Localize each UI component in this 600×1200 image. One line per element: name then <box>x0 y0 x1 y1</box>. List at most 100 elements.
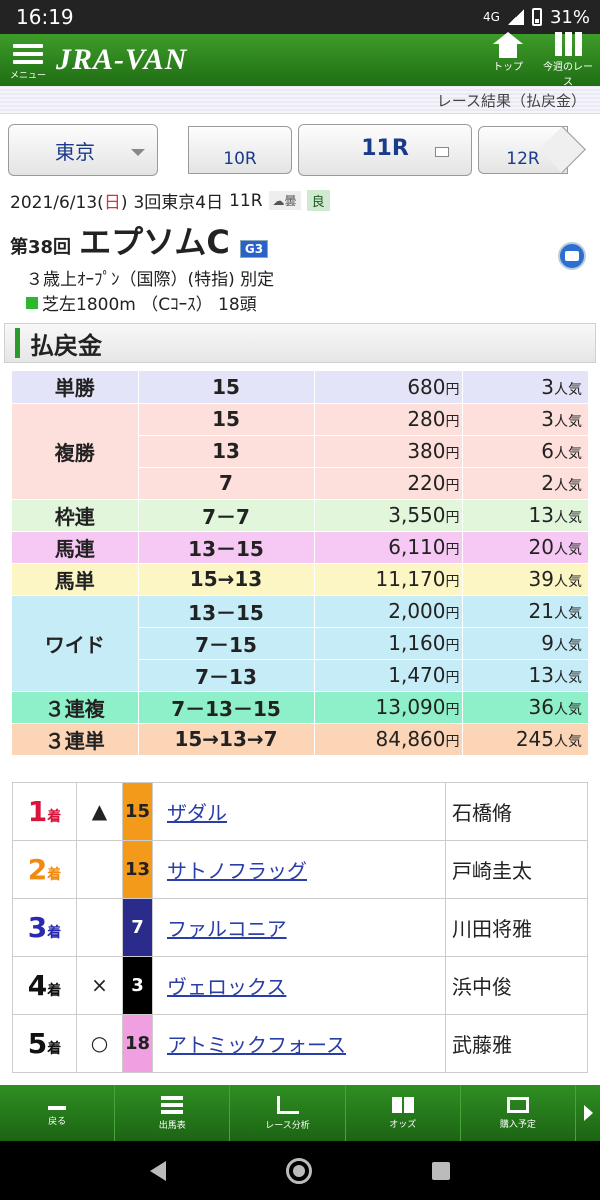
combination: 13－15 <box>138 595 314 628</box>
payout-amount: 680円 <box>313 371 462 404</box>
payout-row: 枠連 7－7 3,550円 13人気 <box>12 499 588 532</box>
prediction-mark <box>76 897 123 957</box>
horse-number: 3 <box>122 955 153 1015</box>
bet-type: 馬単 <box>12 563 139 596</box>
current-race-button[interactable]: 11R <box>298 124 472 176</box>
bottom-nav-label: 出馬表 <box>158 1120 186 1131</box>
race-title: 第38回 エプソムC G3 <box>10 217 590 263</box>
combination: 13 <box>138 435 314 468</box>
battery-level: 31% <box>549 6 590 28</box>
menu-button[interactable]: メニュー <box>0 40 56 81</box>
logo: JRA-VAN <box>56 43 188 76</box>
bottom-nav-item[interactable]: 購入予定 <box>461 1085 577 1141</box>
horse-number: 18 <box>122 1013 153 1073</box>
bet-type: ３連複 <box>12 691 139 724</box>
payout-row: ワイド 13－15 2,000円 21人気 <box>12 595 588 692</box>
payout-amount: 3,550円 <box>313 499 462 532</box>
going-badge: 良 <box>306 190 330 211</box>
network-type: 4G <box>483 10 500 24</box>
race-name: エプソムC <box>79 223 230 261</box>
payout-row: 単勝 15 680円 3人気 <box>12 371 588 404</box>
payout-row: ３連単 15→13→7 84,860円 245人気 <box>12 723 588 756</box>
top-label: トップ <box>493 62 523 73</box>
this-week-label: 今週のレース <box>543 62 593 88</box>
video-camera-icon[interactable] <box>558 242 586 270</box>
bet-type: 複勝 <box>12 403 139 500</box>
payout-amount: 2,000円 <box>313 595 462 628</box>
home-circle-icon[interactable] <box>286 1157 312 1184</box>
payout-amount: 13,090円 <box>313 691 462 724</box>
venue-label: 東京 <box>55 139 95 164</box>
bet-type: 枠連 <box>12 499 139 532</box>
payout-row: 複勝 15 280円 3人気 <box>12 403 588 500</box>
bet-type: 馬連 <box>12 531 139 564</box>
jockey-name: 武藤雅 <box>445 1013 588 1073</box>
grade-badge: G3 <box>239 240 269 258</box>
finish-position: 3着 <box>12 897 77 957</box>
bottom-nav-item[interactable]: 出馬表 <box>115 1085 231 1141</box>
next-race-button[interactable]: 12R <box>478 126 568 174</box>
turf-icon <box>26 296 38 309</box>
bottom-nav-item[interactable]: 戻る <box>0 1085 116 1141</box>
jockey-name: 川田将雅 <box>445 897 588 957</box>
combination: 7 <box>138 467 314 500</box>
meeting: 3回東京4日 <box>133 193 224 213</box>
results-table: 1着 ▲ 15 ザダル 石橋脩 2着 13 サトノフラッグ 戸崎圭太 3着 7 ファ… <box>12 781 588 1073</box>
list-icon <box>161 1095 184 1114</box>
bet-type: 単勝 <box>12 371 139 404</box>
bottom-nav-label: 戻る <box>48 1117 67 1127</box>
bet-type: ワイド <box>12 595 139 692</box>
dropdown-arrow-icon <box>131 149 145 156</box>
calendar-icon <box>435 147 449 157</box>
course-info: 芝左1800m （Cｺｰｽ） 18頭 <box>10 290 590 315</box>
payout-amount: 280円 <box>313 403 462 436</box>
popularity: 6人気 <box>461 435 588 468</box>
bet-type: ３連単 <box>12 723 139 756</box>
system-nav <box>0 1141 600 1200</box>
race-info: 2021/6/13(日) 3回東京4日 11R ☁曇 良 第38回 エプソムC … <box>0 186 600 317</box>
popularity: 13人気 <box>461 659 588 692</box>
popularity: 9人気 <box>461 627 588 660</box>
bottom-nav-label: オッズ <box>389 1119 417 1130</box>
finish-position: 5着 <box>12 1013 77 1073</box>
bottom-nav-item[interactable]: レース分析 <box>230 1085 346 1141</box>
popularity: 245人気 <box>461 723 588 756</box>
home-icon <box>493 32 523 58</box>
payout-amount: 1,470円 <box>313 659 462 692</box>
horse-name-link[interactable]: ザダル <box>152 781 446 841</box>
recents-icon[interactable] <box>432 1161 450 1180</box>
race-edition: 第38回 <box>10 237 72 258</box>
horse-number: 15 <box>122 781 153 841</box>
popularity: 3人気 <box>461 403 588 436</box>
popularity: 2人気 <box>461 467 588 500</box>
bottom-nav-item[interactable]: オッズ <box>346 1085 461 1141</box>
menu-label: メニュー <box>9 70 46 81</box>
bottom-nav: 戻る 出馬表 レース分析 オッズ 購入予定 <box>0 1085 600 1141</box>
this-week-races-button[interactable]: 今週のレース <box>542 32 594 88</box>
ticket-icon <box>506 1096 529 1113</box>
payout-amount: 380円 <box>313 435 462 468</box>
clock: 16:19 <box>16 5 74 29</box>
top-button[interactable]: トップ <box>482 32 534 88</box>
back-icon[interactable] <box>150 1160 166 1181</box>
prediction-mark: × <box>76 955 123 1015</box>
payout-row: 馬連 13－15 6,110円 20人気 <box>12 531 588 564</box>
race-number: 11R <box>229 190 263 211</box>
prev-race-button[interactable]: 10R <box>188 126 292 174</box>
popularity: 36人気 <box>461 691 588 724</box>
venue-dropdown[interactable]: 東京 <box>8 124 158 176</box>
status-bar: 16:19 4G 31% <box>0 0 600 34</box>
payout-row: ３連複 7－13－15 13,090円 36人気 <box>12 691 588 724</box>
bottom-nav-label: レース分析 <box>265 1120 310 1131</box>
horse-name-link[interactable]: アトミックフォース <box>152 1013 446 1073</box>
horse-name-link[interactable]: ファルコニア <box>152 897 446 957</box>
next-race-label: 12R <box>506 149 540 169</box>
popularity: 39人気 <box>461 563 588 596</box>
horse-name-link[interactable]: ヴェロックス <box>152 955 446 1015</box>
jockey-name: 戸崎圭太 <box>445 839 588 899</box>
back-arrow-icon <box>48 1099 67 1110</box>
popularity: 13人気 <box>461 499 588 532</box>
horse-name-link[interactable]: サトノフラッグ <box>152 839 446 899</box>
scroll-right-icon[interactable] <box>576 1105 600 1121</box>
jockey-name: 石橋脩 <box>445 781 588 841</box>
